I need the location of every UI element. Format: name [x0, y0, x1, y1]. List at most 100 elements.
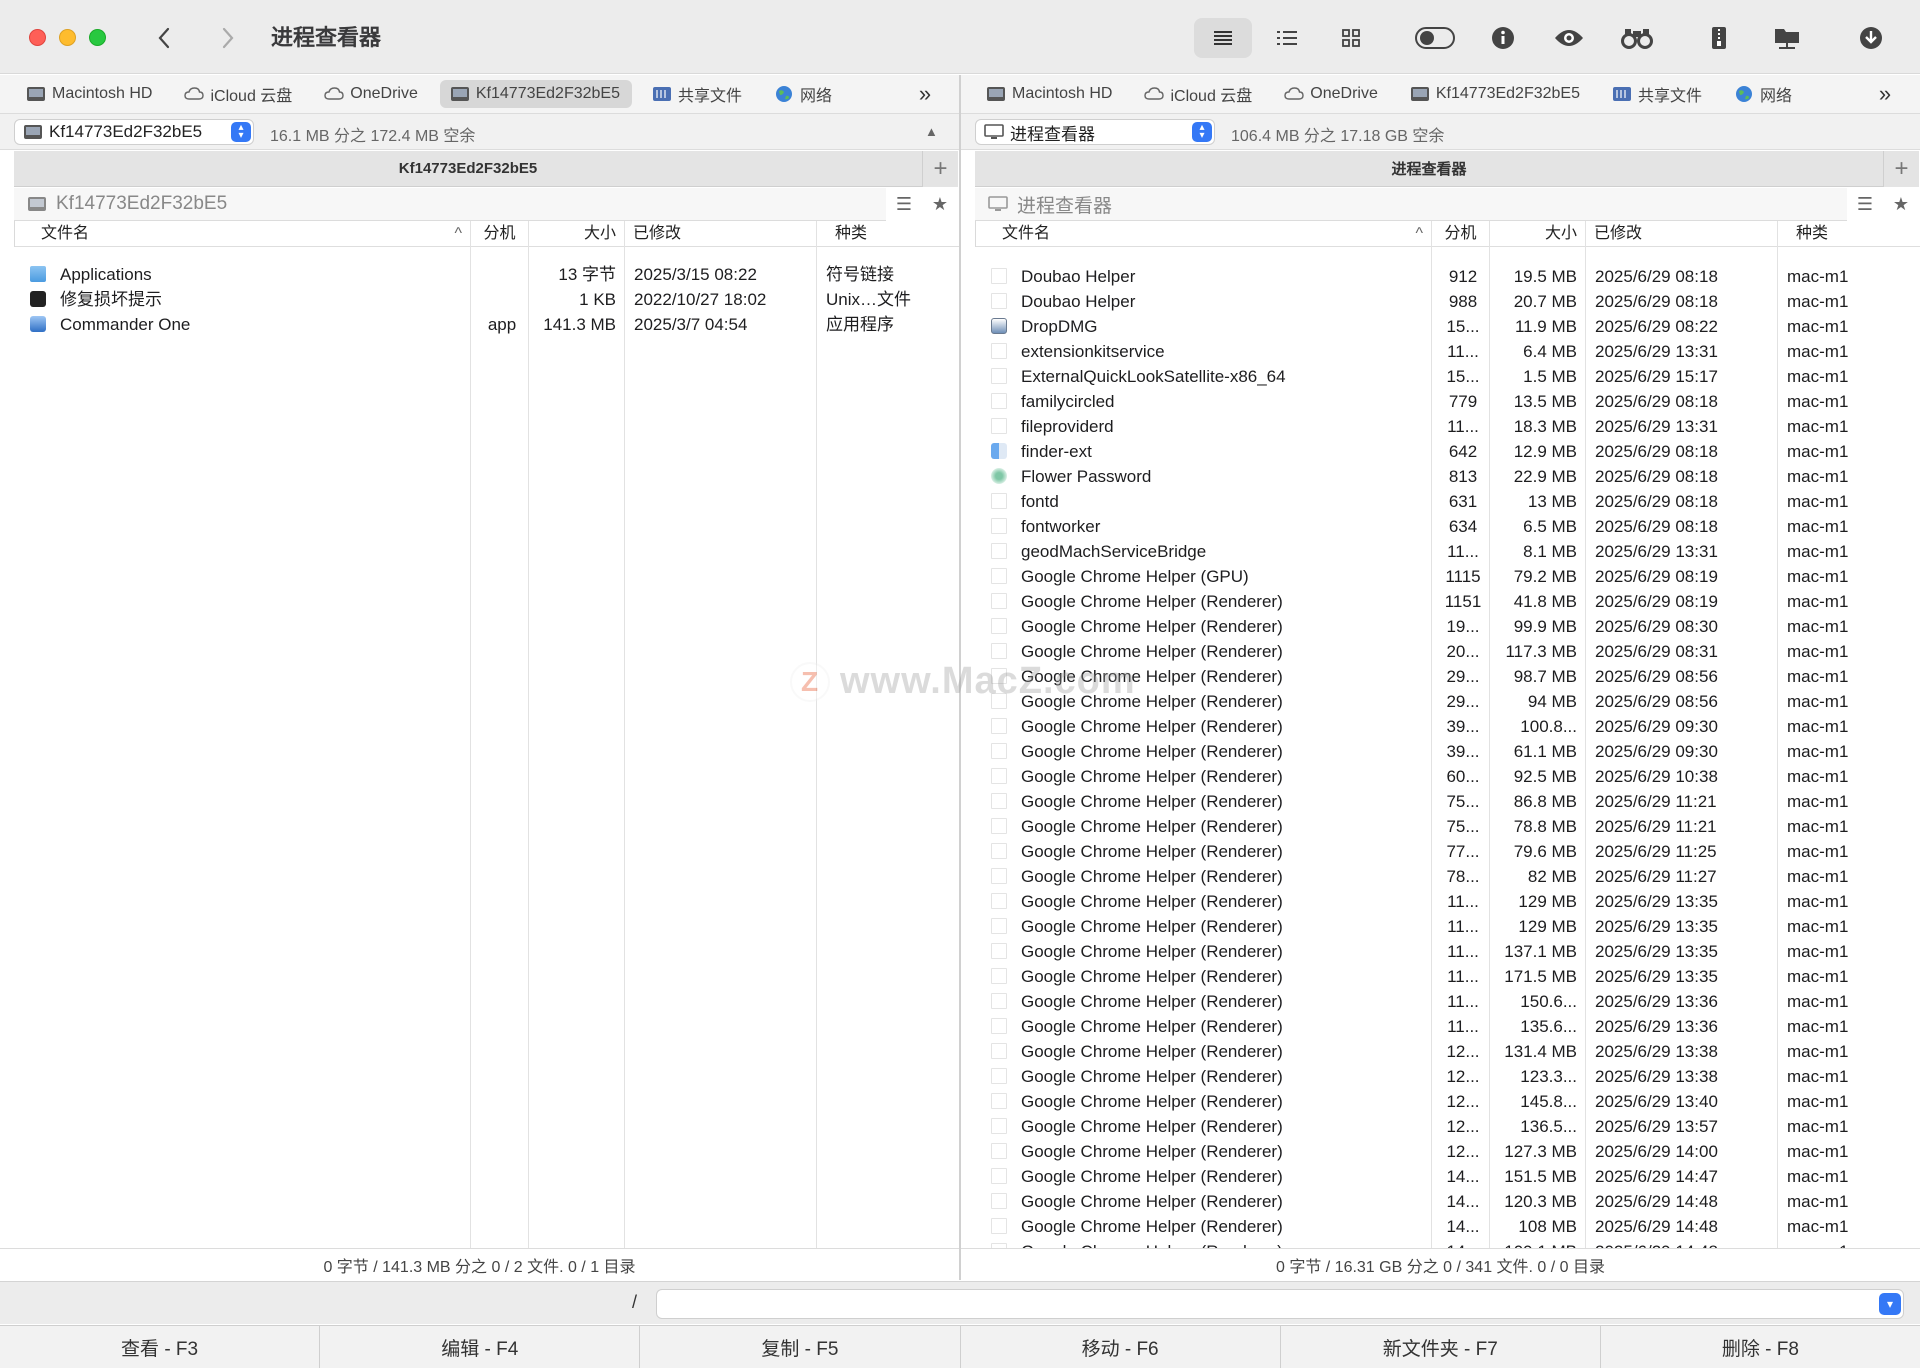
file-row[interactable]: Google Chrome Helper (Renderer) 78... 82 M… — [975, 864, 1920, 889]
file-row[interactable]: Google Chrome Helper (Renderer) 29... 94 M… — [975, 689, 1920, 714]
right-col-name[interactable]: 文件名 ^ — [975, 221, 1431, 247]
eject-button[interactable]: ▲ — [925, 124, 938, 139]
fkey-button-8[interactable]: 删除 - F8 — [1601, 1326, 1920, 1368]
command-input[interactable]: ▾ — [656, 1289, 1904, 1319]
left-add-tab-button[interactable]: + — [922, 151, 958, 187]
file-row[interactable]: Google Chrome Helper (Renderer) 14...109.… — [975, 1239, 1920, 1248]
file-row[interactable]: Google Chrome Helper (Renderer) 11... 135.… — [975, 1014, 1920, 1039]
file-row[interactable]: Google Chrome Helper (Renderer) 14... 108 … — [975, 1214, 1920, 1239]
file-row[interactable]: Google Chrome Helper (Renderer) 11... 129 … — [975, 914, 1920, 939]
file-row[interactable]: Google Chrome Helper (Renderer) 14... 151.… — [975, 1164, 1920, 1189]
left-col-modified[interactable]: 已修改 — [624, 221, 816, 247]
file-row[interactable]: Google Chrome Helper (Renderer) 77... 79.6… — [975, 839, 1920, 864]
detail-view-button[interactable] — [1258, 18, 1316, 58]
file-row[interactable]: Doubao Helper 988 20.7 MB 2025/6/29 08:18 ma… — [975, 289, 1920, 314]
left-history-button[interactable]: ☰ — [886, 188, 922, 221]
left-favorites-button[interactable]: ★ — [922, 188, 958, 221]
info-button[interactable] — [1474, 18, 1532, 58]
fkey-button-3[interactable]: 查看 - F3 — [0, 1326, 321, 1368]
file-row[interactable]: Google Chrome Helper (Renderer) 12... 131.… — [975, 1039, 1920, 1064]
file-row[interactable]: Google Chrome Helper (Renderer) 75... 86.8… — [975, 789, 1920, 814]
file-row[interactable]: Google Chrome Helper (Renderer) 12... 145.… — [975, 1089, 1920, 1114]
right-tab-2[interactable]: OneDrive — [1274, 80, 1390, 108]
file-row[interactable]: Doubao Helper 912 19.5 MB 2025/6/29 08:18 ma… — [975, 264, 1920, 289]
right-tab-1[interactable]: iCloud 云盘 — [1134, 80, 1264, 108]
right-tab-0[interactable]: Macintosh HD — [976, 80, 1124, 108]
right-col-modified[interactable]: 已修改 — [1585, 221, 1777, 247]
fkey-button-5[interactable]: 复制 - F5 — [640, 1326, 961, 1368]
right-add-tab-button[interactable]: + — [1883, 151, 1919, 187]
file-row[interactable]: Google Chrome Helper (Renderer) 12... 136.… — [975, 1114, 1920, 1139]
left-tab-4[interactable]: 共享文件 — [642, 80, 754, 108]
file-row[interactable]: Applications 13 字节 2025/3/15 08:22 符号链接 — [14, 262, 959, 287]
left-tab-0[interactable]: Macintosh HD — [16, 80, 164, 108]
file-row[interactable]: 修复损坏提示 1 KB 2022/10/27 18:02 Unix…文件 — [14, 287, 959, 312]
left-tab-3[interactable]: Kf14773Ed2F32bE5 — [439, 80, 632, 108]
left-tab-2[interactable]: OneDrive — [314, 80, 430, 108]
file-row[interactable]: Google Chrome Helper (Renderer) 11... 150.… — [975, 989, 1920, 1014]
right-favorites-button[interactable]: ★ — [1883, 188, 1919, 221]
right-history-button[interactable]: ☰ — [1847, 188, 1883, 221]
file-row[interactable]: Google Chrome Helper (GPU) 1115 79.2 MB 202… — [975, 564, 1920, 589]
left-volume-select[interactable]: Kf14773Ed2F32bE5 ▴ ▾ — [14, 119, 254, 145]
right-tab-3[interactable]: Kf14773Ed2F32bE5 — [1400, 80, 1592, 108]
file-row[interactable]: Google Chrome Helper (Renderer) 20... 117.… — [975, 639, 1920, 664]
left-col-name[interactable]: 文件名 ^ — [14, 221, 470, 247]
right-tab-5[interactable]: 网络 — [1724, 80, 1804, 108]
left-col-kind[interactable]: 种类 — [816, 221, 959, 247]
right-path-bar[interactable]: 进程查看器 — [975, 188, 1847, 221]
right-col-size[interactable]: 大小 — [1489, 221, 1585, 247]
file-row[interactable]: familycircled 779 13.5 MB 2025/6/29 08:18 ma… — [975, 389, 1920, 414]
archive-button[interactable] — [1690, 18, 1748, 58]
zoom-window-button[interactable] — [89, 29, 106, 46]
file-row[interactable]: fontd 631 13 MB 2025/6/29 08:18 mac-m1 — [975, 489, 1920, 514]
file-row[interactable]: Google Chrome Helper (Renderer) 14... 120.… — [975, 1189, 1920, 1214]
fkey-button-7[interactable]: 新文件夹 - F7 — [1281, 1326, 1601, 1368]
left-col-ext[interactable]: 分机 — [470, 221, 528, 247]
file-row[interactable]: Google Chrome Helper (Renderer) 1151 41.8 … — [975, 589, 1920, 614]
file-row[interactable]: Google Chrome Helper (Renderer) 39... 100.… — [975, 714, 1920, 739]
connect-server-button[interactable] — [1758, 18, 1816, 58]
more-tabs-right-button[interactable]: » — [1870, 81, 1900, 107]
left-path-bar[interactable]: Kf14773Ed2F32bE5 — [14, 188, 886, 221]
fkey-button-4[interactable]: 编辑 - F4 — [320, 1326, 641, 1368]
left-col-size[interactable]: 大小 — [528, 221, 624, 247]
file-row[interactable]: ExternalQuickLookSatellite-x86_64 15... 1.… — [975, 364, 1920, 389]
right-col-kind[interactable]: 种类 — [1777, 221, 1920, 247]
download-button[interactable] — [1842, 18, 1900, 58]
minimize-window-button[interactable] — [59, 29, 76, 46]
fkey-button-6[interactable]: 移动 - F6 — [961, 1326, 1281, 1368]
file-row[interactable]: Google Chrome Helper (Renderer) 39... 61.1… — [975, 739, 1920, 764]
back-button[interactable] — [148, 22, 180, 54]
file-row[interactable]: Google Chrome Helper (Renderer) 11... 129 … — [975, 889, 1920, 914]
file-row[interactable]: Google Chrome Helper (Renderer) 60... 92.5… — [975, 764, 1920, 789]
file-row[interactable]: Google Chrome Helper (Renderer) 11... 171.… — [975, 964, 1920, 989]
file-row[interactable]: Google Chrome Helper (Renderer) 19... 99.9… — [975, 614, 1920, 639]
file-row[interactable]: fileproviderd 11... 18.3 MB 2025/6/29 13:31… — [975, 414, 1920, 439]
file-row[interactable]: Commander One app 141.3 MB 2025/3/7 04:54 应用… — [14, 312, 959, 337]
file-row[interactable]: fontworker 634 6.5 MB 2025/6/29 08:18 mac-m1 — [975, 514, 1920, 539]
toggle-hidden-button[interactable] — [1406, 18, 1464, 58]
right-col-ext[interactable]: 分机 — [1431, 221, 1489, 247]
left-tab-5[interactable]: 网络 — [764, 80, 844, 108]
file-row[interactable]: Google Chrome Helper (Renderer) 12... 127.… — [975, 1139, 1920, 1164]
file-row[interactable]: finder-ext 642 12.9 MB 2025/6/29 08:18 mac-m… — [975, 439, 1920, 464]
file-row[interactable]: extensionkitservice 11... 6.4 MB 2025/6/29 … — [975, 339, 1920, 364]
file-row[interactable]: Google Chrome Helper (Renderer) 12... 123.… — [975, 1064, 1920, 1089]
right-volume-select[interactable]: 进程查看器 ▴ ▾ — [975, 119, 1215, 145]
chevron-down-icon[interactable]: ▾ — [1879, 1293, 1901, 1315]
left-tab-1[interactable]: iCloud 云盘 — [174, 80, 304, 108]
preview-button[interactable] — [1540, 18, 1598, 58]
panel-divider[interactable] — [959, 75, 961, 1280]
more-tabs-left-button[interactable]: » — [910, 81, 940, 107]
close-window-button[interactable] — [29, 29, 46, 46]
right-tab-4[interactable]: 共享文件 — [1602, 80, 1714, 108]
file-row[interactable]: DropDMG 15... 11.9 MB 2025/6/29 08:22 mac-m1 — [975, 314, 1920, 339]
list-view-button[interactable] — [1194, 18, 1252, 58]
file-row[interactable]: Google Chrome Helper (Renderer) 11... 137.… — [975, 939, 1920, 964]
file-row[interactable]: Flower Password 813 22.9 MB 2025/6/29 08:18… — [975, 464, 1920, 489]
grid-view-button[interactable] — [1322, 18, 1380, 58]
file-row[interactable]: Google Chrome Helper (Renderer) 29... 98.7… — [975, 664, 1920, 689]
file-row[interactable]: geodMachServiceBridge 11... 8.1 MB 2025/6/2… — [975, 539, 1920, 564]
forward-button[interactable] — [212, 22, 244, 54]
